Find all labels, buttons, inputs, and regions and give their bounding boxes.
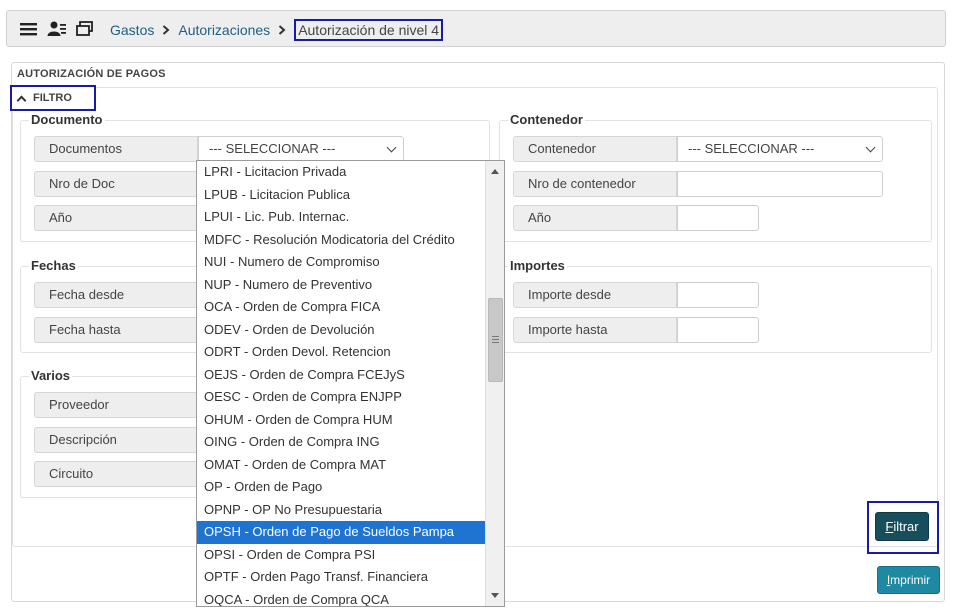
proveedor-label: Proveedor — [34, 392, 198, 418]
breadcrumb-current: Autorización de nivel 4 — [294, 19, 444, 41]
dropdown-option[interactable]: NUP - Numero de Preventivo — [197, 274, 485, 297]
importe-hasta-input[interactable] — [677, 317, 759, 343]
scroll-up-arrow-icon[interactable] — [491, 169, 499, 174]
grip-line — [492, 336, 499, 337]
dropdown-option[interactable]: OING - Orden de Compra ING — [197, 431, 485, 454]
anio-contenedor-label: Año — [513, 205, 677, 231]
dropdown-option[interactable]: OCA - Orden de Compra FICA — [197, 296, 485, 319]
breadcrumb-autorizaciones[interactable]: Autorizaciones — [178, 22, 270, 38]
breadcrumb-gastos[interactable]: Gastos — [110, 22, 154, 38]
importe-hasta-label: Importe hasta — [513, 317, 677, 343]
dropdown-option[interactable]: NUI - Numero de Compromiso — [197, 251, 485, 274]
dropdown-option[interactable]: LPRI - Licitacion Privada — [197, 161, 485, 184]
dropdown-option[interactable]: OPNP - OP No Presupuestaria — [197, 499, 485, 522]
windows-icon[interactable] — [75, 20, 95, 38]
circuito-label: Circuito — [34, 461, 198, 487]
grip-line — [492, 342, 499, 343]
chevron-down-icon — [386, 142, 397, 153]
dropdown-options: LPRI - Licitacion Privada LPUB - Licitaci… — [197, 161, 485, 607]
nro-doc-label: Nro de Doc — [34, 171, 198, 197]
dropdown-option[interactable]: ODRT - Orden Devol. Retencion — [197, 341, 485, 364]
chevron-up-icon — [16, 95, 27, 105]
filtro-toggle[interactable]: FILTRO — [10, 85, 96, 111]
dropdown-option[interactable]: LPUI - Lic. Pub. Internac. — [197, 206, 485, 229]
grip-line — [492, 339, 499, 340]
dropdown-option[interactable]: OP - Orden de Pago — [197, 476, 485, 499]
dropdown-option[interactable]: LPUB - Licitacion Publica — [197, 184, 485, 207]
chevron-right-icon — [278, 23, 286, 38]
filtrar-highlight: Filtrar — [867, 501, 939, 554]
dropdown-option[interactable]: OPTF - Orden Pago Transf. Financiera — [197, 566, 485, 589]
documentos-label: Documentos — [34, 136, 198, 162]
dropdown-option[interactable]: OPSI - Orden de Compra PSI — [197, 544, 485, 567]
dropdown-option[interactable]: OQCA - Orden de Compra QCA — [197, 589, 485, 607]
documento-legend: Documento — [29, 112, 105, 127]
filtro-label: FILTRO — [33, 92, 72, 104]
anio-contenedor-input[interactable] — [677, 205, 759, 231]
scroll-down-arrow-icon[interactable] — [491, 593, 499, 598]
nro-contenedor-label: Nro de contenedor — [513, 171, 677, 197]
imprimir-button[interactable]: Imprimir — [877, 566, 940, 594]
importes-legend: Importes — [508, 258, 567, 273]
users-icon[interactable] — [47, 20, 67, 38]
varios-legend: Varios — [29, 368, 73, 383]
scrollbar-thumb[interactable] — [488, 298, 503, 382]
descripcion-label: Descripción — [34, 427, 198, 453]
fecha-desde-label: Fecha desde — [34, 282, 198, 308]
panel-title: AUTORIZACIÓN DE PAGOS — [17, 68, 166, 80]
contenedor-legend: Contenedor — [508, 112, 585, 127]
dropdown-scrollbar[interactable] — [485, 161, 504, 606]
dropdown-option[interactable]: MDFC - Resolución Modicatoria del Crédit… — [197, 229, 485, 252]
dropdown-option[interactable]: OEJS - Orden de Compra FCEJyS — [197, 364, 485, 387]
nro-contenedor-input[interactable] — [677, 171, 883, 197]
contenedor-select[interactable]: --- SELECCIONAR --- — [677, 136, 883, 162]
toolbar-icons — [19, 20, 95, 38]
documentos-select-value: --- SELECCIONAR --- — [209, 141, 336, 156]
imprimir-label: mprimir — [890, 573, 931, 587]
dropdown-option[interactable]: ODEV - Orden de Devolución — [197, 319, 485, 342]
hamburger-menu-icon[interactable] — [19, 20, 39, 38]
dropdown-option[interactable]: OESC - Orden de Compra ENJPP — [197, 386, 485, 409]
dropdown-option[interactable]: OMAT - Orden de Compra MAT — [197, 454, 485, 477]
documentos-dropdown-list[interactable]: LPRI - Licitacion Privada LPUB - Licitaci… — [196, 160, 505, 607]
filtrar-button[interactable]: Filtrar — [875, 512, 929, 541]
importe-desde-input[interactable] — [677, 282, 759, 308]
importes-fieldset: Importes Importe desde Importe hasta — [499, 258, 932, 353]
breadcrumb: Gastos Autorizaciones Autorización de ni… — [110, 18, 444, 42]
chevron-right-icon — [162, 23, 170, 38]
contenedor-fieldset: Contenedor Contenedor --- SELECCIONAR --… — [499, 112, 932, 242]
dropdown-option[interactable]: OHUM - Orden de Compra HUM — [197, 409, 485, 432]
fecha-hasta-label: Fecha hasta — [34, 317, 198, 343]
dropdown-option[interactable]: OPSH - Orden de Pago de Sueldos Pampa — [197, 521, 485, 544]
chevron-down-icon — [865, 142, 876, 153]
fechas-legend: Fechas — [29, 258, 78, 273]
top-toolbar: Gastos Autorizaciones Autorización de ni… — [6, 10, 946, 47]
anio-doc-label: Año — [34, 205, 198, 231]
contenedor-label: Contenedor — [513, 136, 677, 162]
importe-desde-label: Importe desde — [513, 282, 677, 308]
documentos-select[interactable]: --- SELECCIONAR --- — [198, 136, 404, 162]
filtrar-label: iltrar — [893, 519, 919, 534]
contenedor-select-value: --- SELECCIONAR --- — [688, 141, 815, 156]
